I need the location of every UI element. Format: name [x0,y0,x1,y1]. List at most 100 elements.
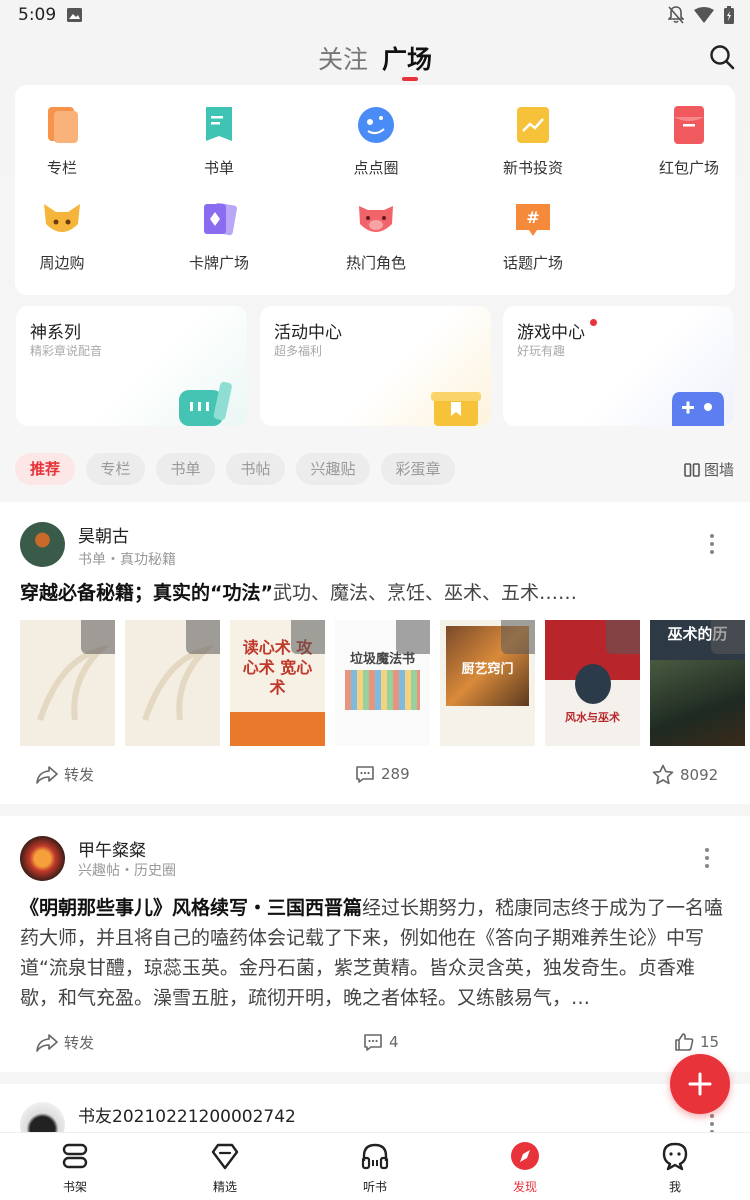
add-to-shelf-icon[interactable] [291,620,325,654]
menu-item-red-packet[interactable]: 红包广场 [634,103,744,178]
comment-count: 289 [381,765,410,783]
menu-item-invest[interactable]: 新书投资 [478,103,588,178]
forward-button[interactable]: 转发 [36,764,94,785]
feature-card-god-series[interactable]: 神系列 精彩章说配音 [16,306,247,426]
post-title: 穿越必备秘籍；真实的“功法” [20,582,273,604]
nav-label: 书架 [62,1180,87,1194]
menu-item-circle[interactable]: 点点圈 [321,103,431,178]
feature-card-games[interactable]: 游戏中心 好玩有趣 [503,306,734,426]
add-to-shelf-icon[interactable] [186,620,220,654]
nav-item-audiobooks[interactable]: 听书 [335,1141,415,1195]
wifi-icon [694,7,714,23]
star-count: 8092 [680,765,719,784]
add-to-shelf-icon[interactable] [81,620,115,654]
add-to-shelf-icon[interactable] [606,620,640,654]
add-to-shelf-icon[interactable] [396,620,430,654]
book-cover[interactable]: 巫术的历 [650,620,745,746]
menu-label: 新书投资 [502,159,563,177]
profile-icon [662,1142,688,1171]
author-name[interactable]: 书友20210221200002742 [78,1102,296,1127]
author-name[interactable]: 甲午粲粲 [78,836,146,861]
filter-chip-book-post[interactable]: 书帖 [226,453,285,485]
like-count: 15 [700,1033,720,1051]
more-options-icon[interactable] [707,532,717,556]
avatar[interactable] [20,1102,65,1132]
like-button[interactable]: 15 [674,1032,719,1052]
comment-icon [364,1034,382,1051]
post-meta: 兴趣帖・历史圈 [78,863,176,879]
nav-label: 我 [668,1180,681,1194]
add-to-shelf-icon[interactable] [711,620,745,654]
create-post-button[interactable] [670,1054,730,1114]
filter-chip-easter-egg[interactable]: 彩蛋章 [381,453,455,485]
post-card[interactable]: 昊朝古 书单・真功秘籍 穿越必备秘籍；真实的“功法”武功、魔法、烹饪、巫术、五术… [0,502,750,804]
menu-item-booklist[interactable]: 书单 [164,103,274,178]
active-tab-indicator [402,77,418,81]
bookshelf-icon [62,1143,88,1169]
book-title: 厨艺窍门 [461,662,514,677]
nav-item-discover[interactable]: 发现 [485,1141,565,1195]
more-options-icon[interactable] [702,846,712,870]
book-cover[interactable]: 垃圾魔法书 [335,620,430,746]
forward-icon [36,1033,58,1052]
book-cover[interactable]: 厨艺窍门 [440,620,535,746]
status-icons [668,6,734,24]
book-cover[interactable] [125,620,220,746]
book-cover[interactable]: 风水与巫术 [545,620,640,746]
menu-item-merch[interactable]: 周边购 [7,198,117,273]
forward-icon [36,765,58,784]
filter-chip-column[interactable]: 专栏 [86,453,145,485]
menu-item-topics[interactable]: # 话题广场 [478,198,588,273]
feature-title: 活动中心 [274,323,342,343]
notification-off-icon [668,6,684,24]
menu-item-cards[interactable]: 卡牌广场 [164,198,274,273]
menu-label: 专栏 [46,159,77,177]
bottom-navigation: 书架 精选 听书 发现 我 [0,1132,750,1200]
favorite-button[interactable]: 8092 [652,764,718,785]
thumbs-up-icon [675,1033,694,1051]
feature-title: 神系列 [30,323,81,343]
feature-card-activity[interactable]: 活动中心 超多福利 [260,306,491,426]
avatar[interactable] [20,836,65,881]
menu-label: 点点圈 [353,159,399,177]
nav-label: 发现 [512,1180,537,1194]
avatar[interactable] [20,522,65,567]
photo-notification-icon [67,8,82,22]
nav-label: 精选 [212,1180,237,1194]
forward-button[interactable]: 转发 [36,1032,94,1053]
menu-label: 热门角色 [345,254,406,272]
author-name[interactable]: 昊朝古 [78,522,129,547]
image-wall-toggle[interactable]: 图墙 [684,459,734,480]
fox-icon [44,204,80,232]
book-cover[interactable]: 读心术 攻心术 宽心术 [230,620,325,746]
add-to-shelf-icon[interactable] [501,620,535,654]
forward-label: 转发 [64,1034,95,1052]
comment-button[interactable]: 4 [363,1032,399,1052]
menu-item-column[interactable]: 专栏 [7,103,117,178]
status-bar: 5:09 [0,0,750,32]
image-wall-label: 图墙 [704,461,735,479]
post-card[interactable]: 甲午粲粲 兴趣帖・历史圈 《明朝那些事儿》风格续写・三国西晋篇经过长期努力，嵇康… [0,816,750,1072]
tab-follow[interactable]: 关注 [318,40,368,76]
more-options-icon[interactable] [707,1112,717,1132]
nav-item-featured[interactable]: 精选 [185,1141,265,1195]
nav-item-bookshelf[interactable]: 书架 [35,1141,115,1195]
comment-count: 4 [389,1033,399,1051]
search-icon[interactable] [708,43,736,71]
card-icon [204,202,237,236]
filter-chip-interest-post[interactable]: 兴趣贴 [296,453,370,485]
notification-dot [590,319,597,326]
filter-chip-booklist[interactable]: 书单 [156,453,215,485]
forward-label: 转发 [64,766,95,784]
post-text: 穿越必备秘籍；真实的“功法”武功、魔法、烹饪、巫术、五术…… [20,578,730,608]
feature-subtitle: 精彩章说配音 [30,344,103,358]
comment-button[interactable]: 289 [355,764,410,784]
filter-chip-recommend[interactable]: 推荐 [15,453,75,485]
tab-square[interactable]: 广场 [382,40,432,76]
nav-item-me[interactable]: 我 [635,1141,715,1195]
book-cover[interactable] [20,620,115,746]
post-card[interactable]: 书友20210221200002742 [0,1084,750,1132]
menu-label: 红包广场 [658,159,719,177]
menu-item-characters[interactable]: 热门角色 [321,198,431,273]
battery-icon [724,6,734,24]
